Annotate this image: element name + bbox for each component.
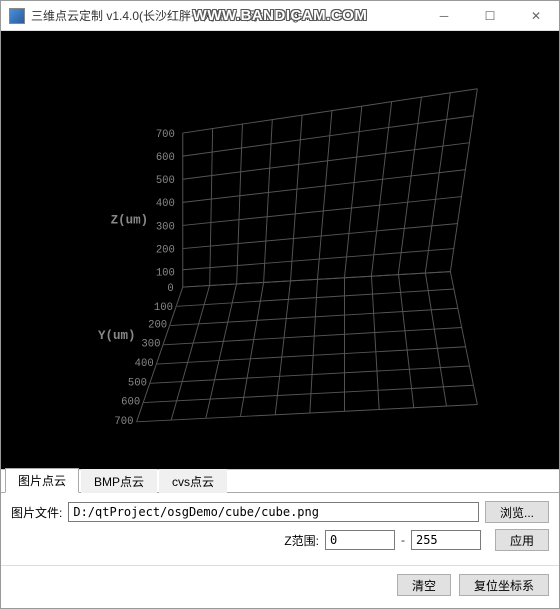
window-title: 三维点云定制 v1.4.0(长沙红胖子网络 … 网址: blog.... — [31, 7, 421, 24]
svg-text:600: 600 — [121, 397, 140, 409]
window-controls: ─ ☐ ✕ — [421, 1, 559, 31]
svg-text:200: 200 — [148, 319, 167, 331]
footer: 清空 复位坐标系 — [1, 565, 559, 608]
titlebar: 三维点云定制 v1.4.0(长沙红胖子网络 … 网址: blog.... ─ ☐… — [1, 1, 559, 31]
close-button[interactable]: ✕ — [513, 1, 559, 31]
range-dash: - — [401, 533, 405, 547]
svg-text:700: 700 — [156, 129, 175, 141]
minimize-button[interactable]: ─ — [421, 1, 467, 31]
svg-text:0: 0 — [167, 283, 173, 295]
app-window: 三维点云定制 v1.4.0(长沙红胖子网络 … 网址: blog.... ─ ☐… — [0, 0, 560, 609]
tab-image-pointcloud[interactable]: 图片点云 — [5, 468, 79, 493]
svg-text:400: 400 — [135, 358, 154, 370]
svg-text:300: 300 — [141, 339, 160, 351]
svg-text:400: 400 — [156, 198, 175, 210]
svg-text:500: 500 — [128, 377, 147, 389]
tab-bmp-pointcloud[interactable]: BMP点云 — [81, 469, 157, 493]
tab-cvs-pointcloud[interactable]: cvs点云 — [159, 469, 227, 493]
app-icon — [9, 8, 25, 24]
3d-viewport[interactable]: Z(um) Y(um) 700 600 500 400 300 200 100 … — [1, 31, 559, 469]
tab-strip: 图片点云 BMP点云 cvs点云 — [1, 469, 559, 493]
maximize-button[interactable]: ☐ — [467, 1, 513, 31]
svg-text:300: 300 — [156, 221, 175, 233]
file-label: 图片文件: — [11, 504, 62, 521]
browse-button[interactable]: 浏览... — [485, 501, 549, 523]
svg-text:600: 600 — [156, 152, 175, 164]
controls-panel: 图片文件: 浏览... Z范围: - 应用 — [1, 493, 559, 565]
clear-button[interactable]: 清空 — [397, 574, 451, 596]
back-wall-grid — [183, 89, 478, 287]
svg-text:100: 100 — [156, 268, 175, 280]
file-path-input[interactable] — [68, 502, 479, 522]
apply-button[interactable]: 应用 — [495, 529, 549, 551]
z-axis-label: Z(um) — [111, 214, 149, 228]
floor-grid — [137, 272, 478, 422]
y-axis-label: Y(um) — [98, 329, 136, 343]
svg-text:700: 700 — [114, 416, 133, 428]
reset-coords-button[interactable]: 复位坐标系 — [459, 574, 549, 596]
svg-text:200: 200 — [156, 244, 175, 256]
zrange-label: Z范围: — [284, 532, 319, 549]
zrange-max-input[interactable] — [411, 530, 481, 550]
svg-text:100: 100 — [154, 302, 173, 314]
zrange-min-input[interactable] — [325, 530, 395, 550]
svg-text:500: 500 — [156, 175, 175, 187]
